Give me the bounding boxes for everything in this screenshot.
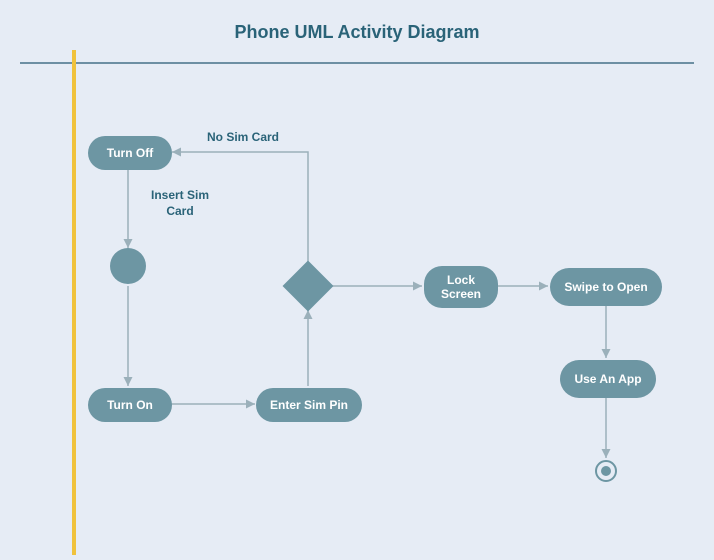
final-node-inner bbox=[601, 466, 611, 476]
activity-lock-screen: LockScreen bbox=[424, 266, 498, 308]
title-divider bbox=[20, 62, 694, 64]
decision-node bbox=[283, 261, 334, 312]
swimlane-divider bbox=[72, 50, 76, 555]
activity-swipe-open: Swipe to Open bbox=[550, 268, 662, 306]
edge-label-insert-sim: Insert SimCard bbox=[138, 188, 222, 219]
initial-node bbox=[110, 248, 146, 284]
activity-turn-on: Turn On bbox=[88, 388, 172, 422]
activity-use-app: Use An App bbox=[560, 360, 656, 398]
activity-turn-off: Turn Off bbox=[88, 136, 172, 170]
diagram-title: Phone UML Activity Diagram bbox=[234, 22, 479, 43]
activity-enter-pin: Enter Sim Pin bbox=[256, 388, 362, 422]
edge-label-no-sim: No Sim Card bbox=[198, 130, 288, 146]
final-node bbox=[595, 460, 617, 482]
